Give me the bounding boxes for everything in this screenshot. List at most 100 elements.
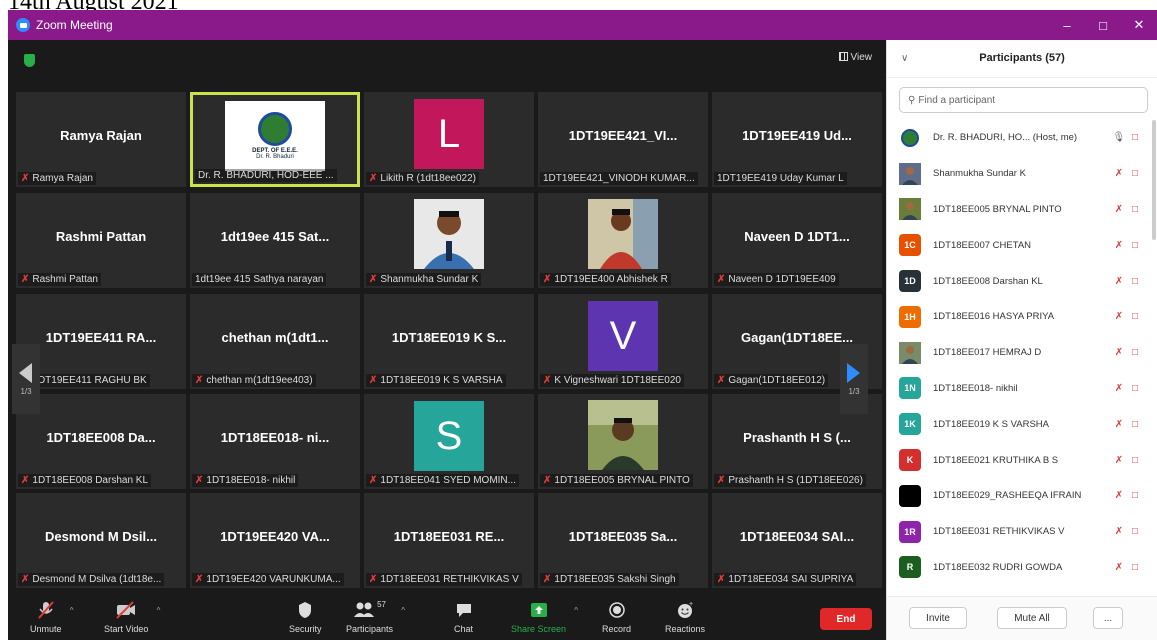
video-tile[interactable]: ✗ Shanmukha Sundar K [364, 193, 534, 288]
participants-icon: 57 [353, 600, 386, 620]
participant-row[interactable]: 1R 1DT18EE031 RETHIKVIKAS V ✗ □ [887, 514, 1152, 550]
reactions-button[interactable]: + Reactions [665, 600, 705, 634]
chat-label: Chat [454, 624, 474, 634]
video-tile[interactable]: ✗ 1DT18EE005 BRYNAL PINTO [538, 394, 708, 489]
participants-header: ∨ Participants (57) [887, 40, 1157, 78]
participant-row[interactable]: 1N 1DT18EE018- nikhil ✗ □ [887, 371, 1152, 407]
participant-row[interactable]: K 1DT18EE021 KRUTHIKA B S ✗ □ [887, 442, 1152, 478]
shield-icon [298, 600, 312, 620]
record-button[interactable]: Record [602, 600, 631, 634]
host-mic-icon: 🎙 [1112, 132, 1126, 144]
participant-row[interactable]: 1DT18EE017 HEMRAJ D ✗ □ [887, 335, 1152, 371]
encryption-shield-icon[interactable] [24, 54, 35, 67]
window-controls: – □ ✕ [1049, 10, 1157, 40]
chevron-up-icon[interactable]: ^ [401, 606, 405, 615]
video-tile[interactable]: S ✗ 1DT18EE041 SYED MOMIN... [364, 394, 534, 489]
participants-footer: Invite Mute All ... [887, 596, 1157, 640]
prev-page-button[interactable]: 1/3 [12, 344, 40, 414]
end-button[interactable]: End [820, 608, 872, 630]
participant-row[interactable]: Dr. R. BHADURI, HO... (Host, me) 🎙 □ [887, 120, 1152, 156]
video-tile[interactable]: 1DT18EE018- ni... ✗ 1DT18EE018- nikhil [190, 394, 360, 489]
video-tile[interactable]: 1DT18EE008 Da... ✗ 1DT18EE008 Darshan KL [16, 394, 186, 489]
avatar [899, 484, 921, 507]
video-tile[interactable]: 1DT18EE031 RE... ✗ 1DT18EE031 RETHIKVIKAS … [364, 493, 534, 588]
muted-mic-icon: ✗ [195, 574, 204, 585]
invite-button[interactable]: Invite [909, 607, 967, 629]
video-tile[interactable]: 1DT18EE035 Sa... ✗ 1DT18EE035 Sakshi Singh [538, 493, 708, 588]
muted-mic-icon: ✗ [1114, 454, 1124, 466]
video-tile[interactable]: Naveen D 1DT1... ✗ Naveen D 1DT19EE409 [712, 193, 882, 288]
tile-label: ✗ 1DT18EE035 Sakshi Singh [540, 573, 679, 586]
tile-label-text: Rashmi Pattan [32, 274, 98, 285]
close-button[interactable]: ✕ [1121, 10, 1157, 40]
video-tile[interactable]: DEPT. OF E.E.E. Dr. R. Bhaduri Dr. R. BHAD… [190, 92, 360, 187]
video-tile[interactable]: V ✗ K Vigneshwari 1DT18EE020 [538, 294, 708, 389]
participant-row[interactable]: 1K 1DT18EE019 K S VARSHA ✗ □ [887, 406, 1152, 442]
participant-search-input[interactable]: ⚲ Find a participant [899, 87, 1148, 113]
start-video-button[interactable]: Start Video ^ [104, 600, 160, 634]
participant-row[interactable]: 1DT18EE005 BRYNAL PINTO ✗ □ [887, 192, 1152, 228]
tile-label-text: K Vigneshwari 1DT18EE020 [554, 375, 681, 386]
tile-label: ✗ Rashmi Pattan [18, 273, 101, 286]
view-button[interactable]: View [838, 52, 872, 63]
panel-scrollbar[interactable] [1152, 120, 1156, 240]
tile-label: ✗ Ramya Rajan [18, 172, 96, 185]
tile-label: Dr. R. BHADURI, HOD-EEE ... [195, 169, 337, 182]
tile-display-name: Prashanth H S (... [743, 430, 851, 445]
share-screen-button[interactable]: Share Screen ^ [511, 600, 578, 634]
video-off-icon: □ [1131, 490, 1138, 502]
video-tile[interactable]: 1DT19EE419 Ud... 1DT19EE419 Uday Kumar L [712, 92, 882, 187]
unmute-button[interactable]: Unmute ^ [30, 600, 74, 634]
participant-row[interactable]: R 1DT18EE032 RUDRI GOWDA ✗ □ [887, 550, 1152, 586]
tile-label: ✗ Shanmukha Sundar K [366, 273, 482, 286]
maximize-button[interactable]: □ [1085, 10, 1121, 40]
meeting-topbar: View [8, 40, 886, 80]
video-tile[interactable]: 1dt19ee 415 Sat... 1dt19ee 415 Sathya nar… [190, 193, 360, 288]
participant-row[interactable]: 1H 1DT18EE016 HASYA PRIYA ✗ □ [887, 299, 1152, 335]
avatar: 1N [899, 377, 921, 400]
tile-label: ✗ Naveen D 1DT19EE409 [714, 273, 839, 286]
participant-row[interactable]: Shanmukha Sundar K ✗ □ [887, 156, 1152, 192]
video-tile[interactable]: 1DT19EE411 RA...✗1DT19EE411 RAGHU BK [16, 294, 186, 389]
video-tile[interactable]: L ✗ Likith R (1dt18ee022) [364, 92, 534, 187]
search-placeholder: Find a participant [918, 94, 996, 106]
chevron-up-icon[interactable]: ^ [157, 606, 161, 615]
participant-row[interactable]: 1C 1DT18EE007 CHETAN ✗ □ [887, 227, 1152, 263]
video-tile[interactable]: 1DT18EE019 K S... ✗ 1DT18EE019 K S VARSHA [364, 294, 534, 389]
tile-label: 1dt19ee 415 Sathya narayan [192, 273, 327, 286]
chevron-up-icon[interactable]: ^ [70, 606, 74, 615]
tile-display-name: 1DT18EE018- ni... [220, 430, 330, 445]
video-tile[interactable]: ✗ 1DT19EE400 Abhishek R [538, 193, 708, 288]
participants-button[interactable]: 57 Participants ^ [346, 600, 405, 634]
chat-button[interactable]: Chat [454, 600, 473, 634]
more-button[interactable]: ... [1093, 607, 1123, 629]
video-tile[interactable]: Ramya Rajan ✗ Ramya Rajan [16, 92, 186, 187]
tile-label-text: 1DT19EE411 RAGHU BK [32, 375, 147, 386]
zoom-logo-icon [16, 18, 30, 32]
participant-row[interactable]: 1DT18EE033 SAI SUPRIYA ✗ □ [887, 585, 1152, 590]
tile-label: 1DT19EE419 Uday Kumar L [714, 172, 847, 185]
participant-status-icons: ✗ □ [1115, 276, 1138, 287]
tile-label-text: Ramya Rajan [32, 173, 93, 184]
chevron-up-icon[interactable]: ^ [574, 606, 578, 615]
video-tile[interactable]: 1DT19EE420 VA... ✗ 1DT19EE420 VARUNKUMA... [190, 493, 360, 588]
record-label: Record [602, 624, 632, 634]
tile-display-name: 1DT19EE421_VI... [568, 128, 678, 143]
tile-label: ✗ Gagan(1DT18EE012) [714, 374, 829, 387]
video-tile[interactable]: 1DT19EE421_VI... 1DT19EE421_VINODH KUMAR.… [538, 92, 708, 187]
video-tile[interactable]: 1DT18EE034 SAI... ✗ 1DT18EE034 SAI SUPRIYA [712, 493, 882, 588]
participant-status-icons: ✗ □ [1115, 383, 1138, 394]
tile-label-text: Shanmukha Sundar K [380, 274, 479, 285]
participant-row[interactable]: 1DT18EE029_RASHEEQA IFRAIN ✗ □ [887, 478, 1152, 514]
tile-display-name: 1DT18EE008 Da... [46, 430, 156, 445]
video-tile[interactable]: Desmond M Dsil... ✗ Desmond M Dsilva (1dt1… [16, 493, 186, 588]
video-tile[interactable]: chethan m(1dt1... ✗ chethan m(1dt19ee403) [190, 294, 360, 389]
video-tile[interactable]: Rashmi Pattan ✗ Rashmi Pattan [16, 193, 186, 288]
mute-all-button[interactable]: Mute All [997, 607, 1067, 629]
tile-label-text: 1DT18EE034 SAI SUPRIYA [728, 574, 854, 585]
participant-row[interactable]: 1D 1DT18EE008 Darshan KL ✗ □ [887, 263, 1152, 299]
participants-count: 57 [377, 600, 386, 609]
next-page-button[interactable]: 1/3 [840, 344, 868, 414]
minimize-button[interactable]: – [1049, 10, 1085, 40]
security-button[interactable]: Security [289, 600, 322, 634]
